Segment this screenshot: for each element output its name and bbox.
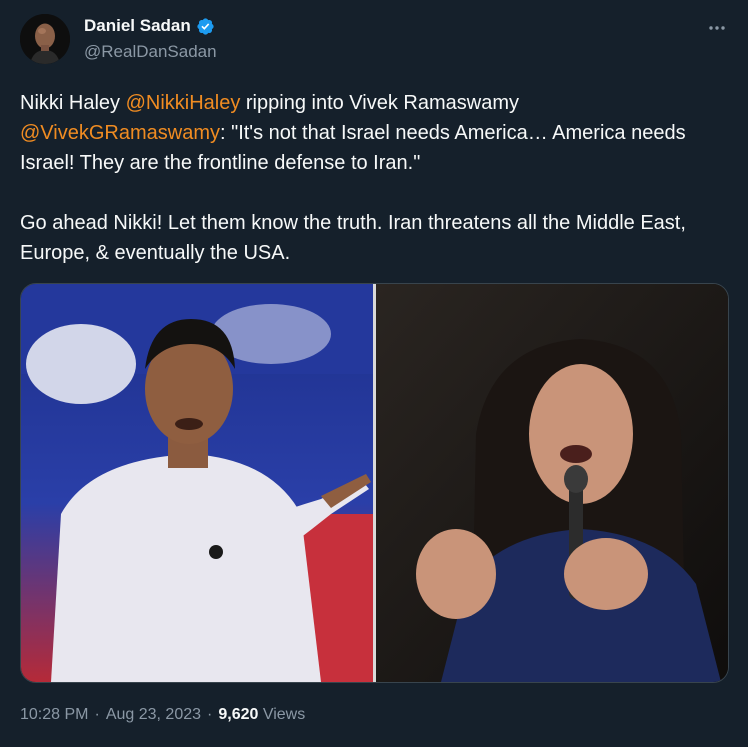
tweet-text: Nikki Haley @NikkiHaley ripping into Viv…: [20, 88, 730, 268]
views-label: Views: [262, 706, 306, 723]
tweet-time[interactable]: 10:28 PM: [20, 706, 88, 724]
views-count: 9,620: [218, 706, 259, 723]
meta-separator: ·: [207, 706, 213, 723]
tweet-text-segment: ripping into Vivek Ramaswamy: [240, 92, 519, 114]
tweet-media-image[interactable]: [20, 283, 729, 683]
more-options-button[interactable]: [703, 14, 731, 42]
meta-separator: ·: [94, 706, 100, 723]
mention-link-nikkihaley[interactable]: @NikkiHaley: [126, 92, 241, 114]
author-handle[interactable]: @RealDanSadan: [84, 42, 217, 62]
mention-link-vivekgramaswamy[interactable]: @VivekGRamaswamy: [20, 122, 220, 144]
author-name-row[interactable]: Daniel Sadan: [84, 16, 215, 36]
tweet-paragraph-2: Go ahead Nikki! Let them know the truth.…: [20, 212, 686, 264]
tweet-meta: 10:28 PM · Aug 23, 2023 · 9,620 Views: [20, 706, 305, 724]
left-photo: [21, 284, 381, 682]
author-display-name[interactable]: Daniel Sadan: [84, 16, 191, 36]
right-photo: [376, 284, 728, 682]
tweet-date[interactable]: Aug 23, 2023: [106, 706, 201, 724]
more-horizontal-icon: [709, 26, 725, 30]
tweet-text-segment: Nikki Haley: [20, 92, 126, 114]
tweet: Daniel Sadan @RealDanSadan Nikki Haley @…: [0, 0, 748, 747]
verified-badge-icon: [196, 17, 215, 36]
tweet-paragraph-1: Nikki Haley @NikkiHaley ripping into Viv…: [20, 88, 730, 178]
views-group[interactable]: 9,620 Views: [218, 706, 305, 724]
avatar[interactable]: [20, 14, 70, 64]
